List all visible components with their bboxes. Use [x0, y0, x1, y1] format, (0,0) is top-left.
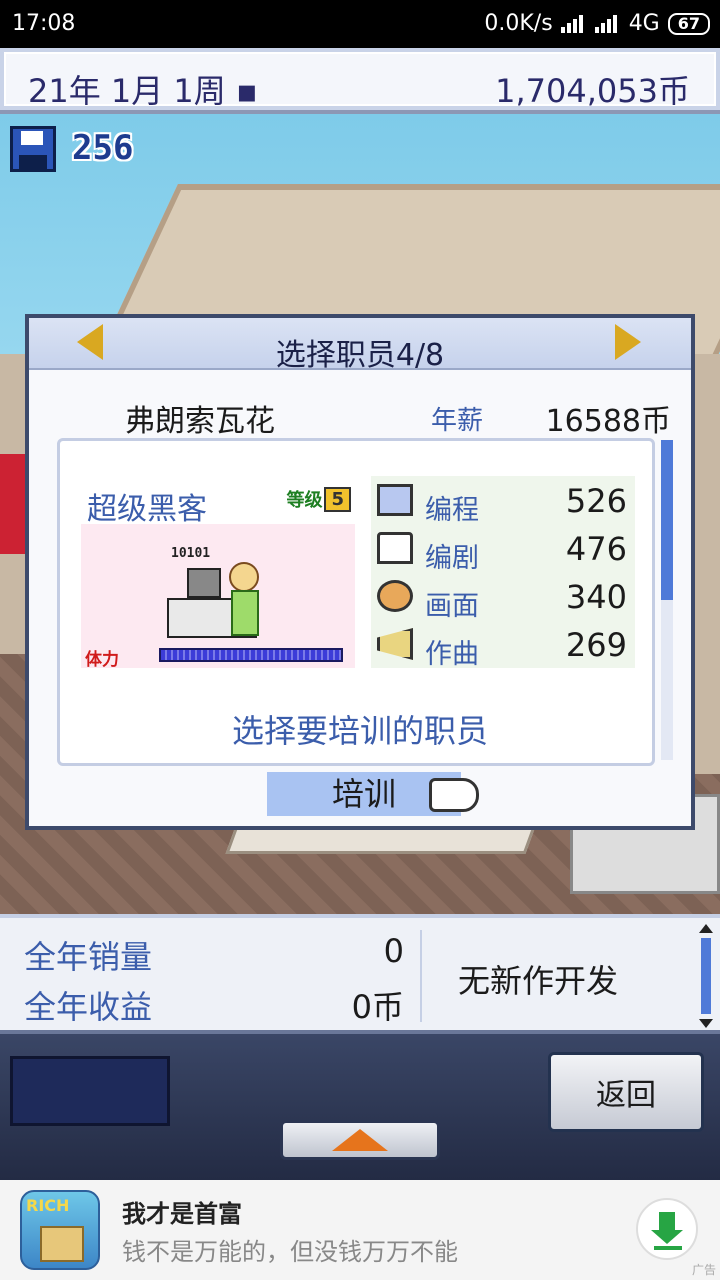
stat-value: 340 — [565, 578, 627, 616]
stat-value: 526 — [565, 482, 627, 520]
control-bar: 返回 — [0, 1034, 720, 1180]
ad-subtitle: 钱不是万能的，但没钱万万不能 — [122, 1238, 458, 1266]
binary-code-text: 10101 — [171, 546, 211, 561]
development-status: 无新作开发 — [458, 962, 619, 1000]
annual-sales-value: 0 — [383, 932, 404, 970]
stat-row-sound: 作曲 269 — [371, 620, 635, 670]
stats-panel: 编程 526 编剧 476 画面 340 作曲 269 — [371, 476, 635, 670]
scroll-up-icon[interactable] — [699, 924, 713, 933]
staff-name: 弗朗索瓦花 — [125, 404, 275, 439]
level-value: 5 — [324, 486, 351, 512]
funds-display: 1,704,053币 — [495, 72, 690, 110]
select-staff-dialog: 选择职员4/8 弗朗索瓦花 年薪 16588币 超级黑客 等级 5 10101 … — [25, 314, 695, 830]
game-top-bar: 21年 1月 1周 ▪ 1,704,053币 — [0, 48, 720, 114]
divider — [420, 930, 422, 1022]
download-icon — [651, 1212, 683, 1244]
download-button[interactable] — [636, 1198, 698, 1260]
level-label: 等级 — [286, 490, 323, 511]
ad-banner[interactable]: RICH 我才是首富 钱不是万能的，但没钱万万不能 广告 — [0, 1180, 720, 1280]
stat-value: 476 — [565, 530, 627, 568]
palette-icon — [377, 580, 413, 612]
next-arrow-icon[interactable] — [615, 324, 641, 360]
stat-label: 编程 — [425, 495, 479, 526]
network-type: 4G — [628, 11, 660, 36]
annual-revenue-label: 全年收益 — [24, 988, 153, 1026]
select-prompt: 选择要培训的职员 — [231, 712, 488, 750]
info-scrollbar[interactable] — [698, 924, 714, 1028]
stat-label: 作曲 — [425, 639, 479, 670]
ad-title[interactable]: 我才是首富 — [122, 1194, 242, 1229]
annual-sales-label: 全年销量 — [24, 938, 153, 976]
monitor-icon — [187, 568, 221, 598]
expand-button[interactable] — [280, 1120, 440, 1160]
annual-info-panel: 全年销量 0 全年收益 0币 无新作开发 — [0, 914, 720, 1034]
back-button[interactable]: 返回 — [548, 1052, 704, 1132]
wifi-signal-icon — [560, 14, 587, 33]
game-date: 21年 1月 1周 ▪ — [28, 72, 258, 110]
salary-value: 16588币 — [545, 404, 671, 439]
staff-head — [229, 562, 259, 592]
status-bar: 17:08 0.0K/s 4G 67 — [0, 0, 720, 48]
stamina-label: 体力 — [85, 650, 119, 670]
level-badge: 等级 5 — [286, 486, 351, 512]
staff-portrait: 10101 — [163, 546, 267, 646]
stat-value: 269 — [565, 626, 627, 664]
vending-machine — [0, 454, 28, 554]
stat-row-programming: 编程 526 — [371, 476, 635, 526]
chevron-up-icon — [332, 1129, 388, 1151]
staff-card-header: 超级黑客 等级 5 — [81, 476, 355, 527]
stat-label: 画面 — [425, 591, 479, 622]
menu-slot[interactable] — [10, 1056, 170, 1126]
cell-signal-icon — [594, 14, 621, 33]
dialog-title: 选择职员4/8 — [275, 338, 445, 373]
network-speed: 0.0K/s — [484, 11, 553, 36]
top-bar-panel: 21年 1月 1周 ▪ 1,704,053币 — [4, 52, 716, 110]
stat-row-graphics: 画面 340 — [371, 572, 635, 622]
pointing-hand-icon — [429, 778, 479, 812]
book-icon — [377, 532, 413, 564]
job-title: 超级黑客 — [87, 492, 207, 527]
scroll-down-icon[interactable] — [699, 1019, 713, 1028]
stat-row-scenario: 编剧 476 — [371, 524, 635, 574]
ad-tag: 广告 — [691, 1263, 716, 1277]
floppy-disk-icon — [10, 126, 56, 172]
stat-label: 编剧 — [425, 543, 479, 574]
stamina-bar — [159, 648, 343, 662]
annual-revenue-value: 0币 — [351, 988, 404, 1026]
salary-label: 年薪 — [431, 406, 484, 436]
app-icon-text: RICH — [26, 1196, 70, 1215]
trumpet-icon — [377, 628, 413, 660]
computer-icon — [377, 484, 413, 516]
building-icon — [40, 1226, 84, 1262]
staff-card[interactable]: 超级黑客 等级 5 10101 体力 — [81, 476, 355, 670]
status-icons: 0.0K/s 4G 67 — [484, 11, 710, 36]
battery-icon: 67 — [667, 12, 710, 35]
download-baseline — [654, 1246, 682, 1250]
scrollbar-thumb[interactable] — [701, 938, 711, 1014]
dialog-header: 选择职员4/8 — [29, 318, 691, 373]
staff-body — [231, 590, 259, 636]
app-icon[interactable]: RICH — [20, 1190, 100, 1270]
scrollbar-thumb[interactable] — [661, 440, 673, 600]
clock: 17:08 — [12, 11, 76, 36]
save-count: 256 — [72, 128, 134, 168]
